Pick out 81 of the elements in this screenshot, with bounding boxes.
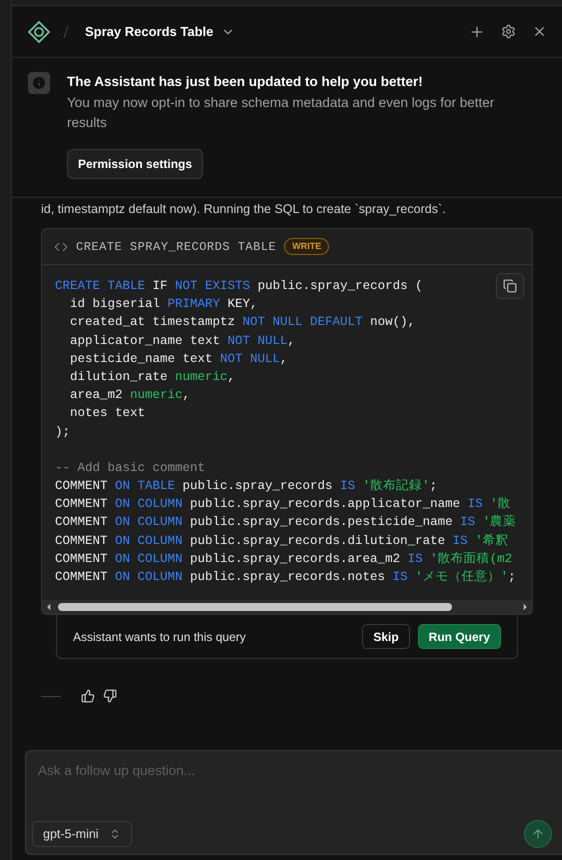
code-token: IS [452,532,469,550]
code-token: COMMENT [55,569,109,586]
model-selector[interactable]: gpt-5-mini [32,821,132,847]
code-token: pesticide_name text [69,350,214,368]
thumbs-down-icon[interactable] [103,689,117,704]
code-token: COMMENT [55,514,109,532]
code-token: public.spray_records.pesticide_name [190,514,454,532]
horizontal-scrollbar[interactable] [42,600,532,614]
code-token: KEY, [228,296,258,314]
banner-text: You may now opt-in to share schema metadata and even logs for better results [67,94,496,132]
code-token: IS [392,569,409,586]
code-token: 'メモ（任意）' [415,568,508,586]
code-token: IS [460,514,476,532]
logo-icon [27,20,51,44]
code-token: ON COLUMN [115,514,184,532]
code-token: , [288,332,296,350]
close-icon[interactable] [532,24,547,39]
code-token: NOT EXISTS [175,278,252,295]
code-token: ON COLUMN [115,496,184,514]
code-token: id bigserial [69,296,162,314]
code-token: '散布記録' [362,478,430,496]
code-token: IS [340,478,356,496]
copy-button[interactable] [496,273,524,299]
send-button[interactable] [524,820,552,848]
thumbs-up-icon[interactable] [81,689,95,704]
breadcrumb-separator [63,24,69,38]
new-chat-icon[interactable] [469,24,485,40]
code-token: IS [468,496,484,514]
code-token: , [228,368,236,386]
code-token: numeric [130,387,183,404]
code-token: ); [55,424,70,440]
code-token: '散布面積(m2 [430,550,512,568]
code-token: applicator_name text [69,332,222,350]
write-badge: WRITE [284,238,330,256]
code-token: now(), [370,314,416,332]
code-token: COMMENT [55,532,109,550]
code-token: area_m2 [69,387,124,404]
run-query-button[interactable]: Run Query [418,624,501,650]
code-token: NOT NULL [220,350,280,368]
code-token: notes text [69,405,146,422]
code-token: ON COLUMN [115,532,184,550]
code-token: public.spray_records.area_m2 [190,550,402,568]
code-token: IS [408,550,424,568]
code-token: '農薬 [482,514,516,532]
banner-title: The Assistant has just been updated to help you better! [67,73,424,91]
code-token: ON COLUMN [115,550,184,568]
settings-icon[interactable] [501,24,516,39]
code-token: NOT NULL [228,332,288,350]
code-token: ; [508,569,516,586]
code-token: created_at timestamptz [69,314,236,332]
code-token: public.spray_records [182,478,334,496]
code-token: ON COLUMN [115,569,184,586]
message-text: id, timestamptz default now). Running the SQL to create `spray_records`. [41,202,446,216]
code-token: COMMENT [55,550,109,568]
code-token: COMMENT [55,496,109,514]
code-token: public.spray_records.applicator_name [190,496,462,514]
skip-button[interactable]: Skip [362,624,410,650]
chat-title-dropdown[interactable]: Spray Records Table [85,22,236,42]
copy-icon [503,279,517,293]
code-token: , [280,350,288,368]
question-input[interactable]: Ask a follow up question... [38,761,550,782]
code-token: COMMENT [55,478,109,496]
code-token: numeric [175,368,228,386]
code-token: -- Add basic comment [55,460,206,477]
code-token: public.spray_records.dilution_rate [190,532,446,550]
code-token: ; [430,478,438,496]
code-token: NOT NULL DEFAULT [242,314,364,332]
code-token: IF [152,278,169,295]
code-token: '散 [490,496,511,514]
code-token: CREATE TABLE [55,278,146,295]
code-token: , [182,387,190,404]
code-token: ON TABLE [115,478,176,496]
code-token: public.spray_records ( [258,278,423,295]
approval-text: Assistant wants to run this query [73,628,247,646]
code-block-title: CREATE SPRAY_RECORDS TABLE [76,238,276,256]
permission-settings-button[interactable]: Permission settings [67,149,204,179]
code-token: dilution_rate [69,368,169,386]
code-token: PRIMARY [168,296,222,314]
code-token: public.spray_records.notes [190,569,386,586]
info-icon [28,72,50,94]
code-token: '希釈 [475,532,509,550]
